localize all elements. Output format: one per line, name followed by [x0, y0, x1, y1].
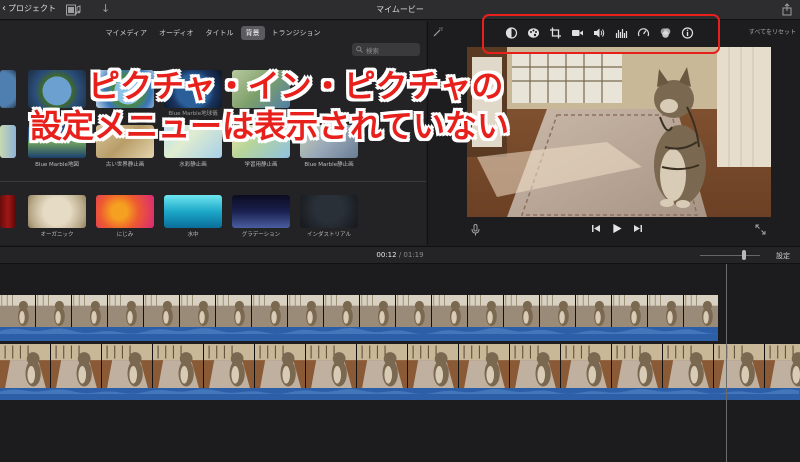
clip-frame	[0, 295, 36, 327]
clip-frame	[108, 295, 144, 327]
clip-frame	[540, 295, 576, 327]
background-thumb[interactable]	[0, 125, 16, 158]
play-icon[interactable]	[611, 223, 623, 234]
clip-frame	[432, 295, 468, 327]
background-thumb-organic[interactable]	[28, 195, 86, 228]
clip-frame	[144, 295, 180, 327]
clip-frame	[561, 344, 612, 388]
thumb-label: 古い世界静止画	[105, 162, 145, 168]
clip-frame	[648, 295, 684, 327]
main-audio-waveform	[0, 389, 799, 394]
clip-frame	[360, 295, 396, 327]
clip-frame	[663, 344, 714, 388]
clip-frame	[288, 295, 324, 327]
caption-line-2: 設定メニューは表示されていない	[30, 107, 510, 145]
thumb-label: 学習用静止画	[244, 162, 278, 168]
thumb-label: 水中	[187, 232, 199, 238]
clip-frame	[72, 295, 108, 327]
time-separator: /	[398, 251, 402, 259]
clip-frame	[459, 344, 510, 388]
search-icon	[356, 46, 363, 53]
tab-audio[interactable]: オーディオ	[154, 26, 199, 40]
thumb-label: にじみ	[116, 232, 134, 238]
timecode: 00:12 / 01:19	[0, 251, 800, 259]
clip-frame	[102, 344, 153, 388]
clip-frame	[408, 344, 459, 388]
clip-frame	[324, 295, 360, 327]
clip-frame	[684, 295, 718, 327]
thumb-label: オーガニック	[40, 232, 74, 238]
clip-frame	[576, 295, 612, 327]
thumb-label: Blue Marble静止画	[304, 162, 354, 168]
browser-tabs: マイメディア オーディオ タイトル 背景 トランジション	[0, 26, 426, 40]
thumb-label: インダストリアル	[307, 232, 351, 238]
clip-frame	[396, 295, 432, 327]
clip-frame	[153, 344, 204, 388]
skip-forward-icon[interactable]	[633, 223, 643, 234]
zoom-slider-track[interactable]	[700, 255, 760, 256]
background-thumb[interactable]	[28, 70, 86, 108]
background-thumb[interactable]	[0, 195, 16, 228]
clip-frame	[252, 295, 288, 327]
thumb-label: グラデーション	[241, 232, 281, 238]
share-icon[interactable]	[782, 3, 792, 16]
clip-frame	[504, 295, 540, 327]
clip-frame	[204, 344, 255, 388]
tab-my-media[interactable]: マイメディア	[100, 26, 152, 40]
main-clip[interactable]	[0, 344, 800, 388]
background-thumb-gradient[interactable]	[232, 195, 290, 228]
caption-line-1: ピクチャ・イン・ピクチャの	[88, 67, 504, 105]
pip-audio-waveform	[0, 328, 717, 334]
section-divider	[0, 181, 426, 182]
microphone-icon[interactable]	[471, 224, 480, 236]
timeline	[0, 264, 800, 462]
playhead[interactable]	[726, 264, 727, 462]
toolbar-highlight-box	[482, 14, 720, 54]
background-thumb-blur[interactable]	[96, 195, 154, 228]
clip-frame	[255, 344, 306, 388]
thumb-label: 水彩静止画	[179, 162, 207, 168]
background-thumb[interactable]	[0, 70, 16, 108]
cat-video-frame	[467, 47, 771, 217]
clip-frame	[612, 344, 663, 388]
fullscreen-icon[interactable]	[755, 224, 766, 235]
timeline-header: 00:12 / 01:19 設定	[0, 246, 800, 264]
clip-frame	[468, 295, 504, 327]
clip-frame	[357, 344, 408, 388]
clip-frame	[765, 344, 800, 388]
total-time: 01:19	[403, 251, 424, 259]
background-thumb-underwater[interactable]	[164, 195, 222, 228]
search-input[interactable]: 検索	[352, 43, 420, 56]
clip-frame	[0, 344, 51, 388]
current-time: 00:12	[376, 251, 397, 259]
clip-frame	[612, 295, 648, 327]
video-preview	[467, 47, 771, 217]
clip-frame	[510, 344, 561, 388]
thumb-label: Blue Marble地図	[35, 162, 79, 168]
zoom-slider-knob[interactable]	[742, 250, 746, 260]
clip-frame	[36, 295, 72, 327]
pip-clip[interactable]	[0, 295, 718, 327]
skip-back-icon[interactable]	[591, 223, 601, 234]
clip-frame	[180, 295, 216, 327]
magic-wand-icon[interactable]	[433, 27, 443, 37]
clip-frame	[216, 295, 252, 327]
clip-frame	[714, 344, 765, 388]
background-thumb-industrial[interactable]	[300, 195, 358, 228]
timeline-settings-button[interactable]: 設定	[776, 251, 790, 261]
reset-all-button[interactable]: すべてをリセット	[749, 27, 796, 36]
search-placeholder: 検索	[366, 46, 379, 55]
clip-frame	[51, 344, 102, 388]
tab-transitions[interactable]: トランジション	[267, 26, 326, 40]
clip-frame	[306, 344, 357, 388]
tab-titles[interactable]: タイトル	[201, 26, 239, 40]
transport-controls	[591, 223, 643, 234]
tab-backgrounds[interactable]: 背景	[240, 26, 265, 40]
